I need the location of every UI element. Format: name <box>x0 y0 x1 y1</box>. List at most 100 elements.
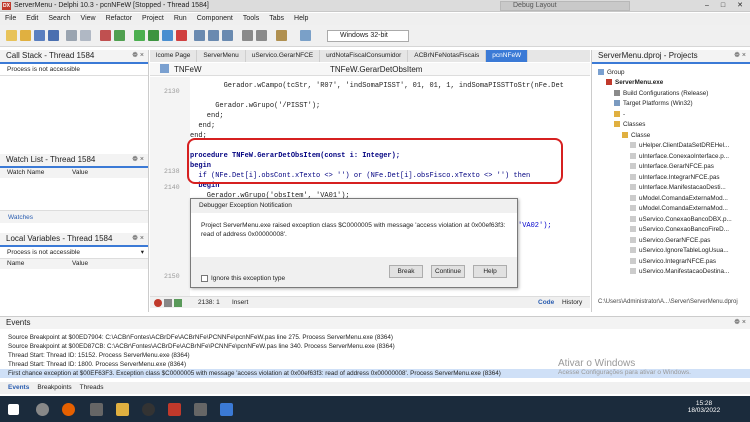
tree-file[interactable]: uModel.ComandaExternaMod... <box>630 194 728 204</box>
terminal-icon[interactable] <box>194 403 207 416</box>
layout-selector[interactable]: Debug Layout <box>500 1 630 11</box>
tree-classes[interactable]: Classes <box>614 120 645 130</box>
tree-file[interactable]: uInterface.GerarNFCE.pas <box>630 162 714 172</box>
tree-file[interactable]: uInterface.IntegrarNFCE.pas <box>630 173 720 183</box>
project-path: C:\Users\Administrator\A...\Server\Serve… <box>598 299 738 305</box>
run-icon[interactable] <box>134 30 145 41</box>
menu-run[interactable]: Run <box>169 13 192 25</box>
tree-file[interactable]: uServico.IntegrarNFCE.pas <box>630 257 716 267</box>
run-to-cursor-icon[interactable] <box>222 30 233 41</box>
menu-help[interactable]: Help <box>289 13 313 25</box>
new-icon[interactable] <box>6 30 17 41</box>
continue-button[interactable]: Continue <box>431 265 465 278</box>
delphi-taskbar-icon[interactable] <box>168 403 181 416</box>
close-button[interactable]: ✕ <box>733 1 747 11</box>
project-exe[interactable]: ServerMenu.exe <box>606 78 663 88</box>
menu-file[interactable]: File <box>0 13 21 25</box>
unit-class[interactable]: TNFeW <box>174 63 202 76</box>
step-over-icon[interactable] <box>194 30 205 41</box>
tab-history[interactable]: History <box>562 297 582 308</box>
play-icon[interactable] <box>174 299 182 307</box>
redo-icon[interactable] <box>114 30 125 41</box>
stop-icon[interactable] <box>176 30 187 41</box>
record-icon[interactable] <box>154 299 162 307</box>
tree-target-platforms[interactable]: Target Platforms (Win32) <box>614 99 693 109</box>
checkbox-icon[interactable] <box>201 275 208 282</box>
menu-tabs[interactable]: Tabs <box>264 13 289 25</box>
project-icon[interactable] <box>66 30 77 41</box>
break-button[interactable]: Break <box>389 265 423 278</box>
help-button[interactable]: Help <box>473 265 507 278</box>
firefox-icon[interactable] <box>62 403 75 416</box>
maximize-button[interactable]: □ <box>716 1 730 11</box>
tab-gerarnfce[interactable]: uServico.GerarNFCE <box>246 50 321 62</box>
tab-watches[interactable]: Watches <box>8 212 33 223</box>
tab-code[interactable]: Code <box>538 297 554 308</box>
tree-file[interactable]: uServico.ConexaoBancoFireD... <box>630 225 729 235</box>
menu-view[interactable]: View <box>76 13 101 25</box>
pin-icon[interactable]: ❁ × <box>132 50 144 62</box>
minimize-button[interactable]: – <box>700 1 714 11</box>
view-unit-icon[interactable] <box>80 30 91 41</box>
open-icon[interactable] <box>20 30 31 41</box>
menu-search[interactable]: Search <box>43 13 75 25</box>
exe-icon <box>606 79 612 86</box>
app-icon[interactable] <box>220 403 233 416</box>
tab-threads[interactable]: Threads <box>76 382 108 394</box>
trace-into-icon[interactable] <box>208 30 219 41</box>
watch-col-value[interactable]: Value <box>72 168 88 178</box>
platform-select[interactable]: Windows 32-bit <box>327 30 409 42</box>
run-without-debug-icon[interactable] <box>148 30 159 41</box>
compile-icon[interactable] <box>256 30 267 41</box>
menu-edit[interactable]: Edit <box>21 13 43 25</box>
tree-file[interactable]: uHelper.ClientDataSetDREHel... <box>630 141 729 151</box>
tree-file[interactable]: uServico.ManifestacaoDestina... <box>630 267 729 277</box>
tree-file[interactable]: uModel.ComandaExternaMod... <box>630 204 728 214</box>
menu-component[interactable]: Component <box>192 13 238 25</box>
search-icon[interactable] <box>36 403 49 416</box>
tab-acbrnfenotas[interactable]: ACBrNFeNotasFiscais <box>408 50 487 62</box>
tree-file[interactable]: uInterface.ConexaoInterface.p... <box>630 152 729 162</box>
windows-start-icon[interactable] <box>8 404 19 415</box>
tab-welcome[interactable]: lcome Page <box>150 50 198 62</box>
tree-file[interactable]: uServico.GerarNFCE.pas <box>630 236 710 246</box>
menu-refactor[interactable]: Refactor <box>101 13 137 25</box>
stop-icon[interactable] <box>164 299 172 307</box>
pause-icon[interactable] <box>162 30 173 41</box>
pin-icon[interactable]: ❁ × <box>734 317 746 329</box>
tree-folder[interactable]: - <box>614 110 625 120</box>
menu-project[interactable]: Project <box>137 13 169 25</box>
tree-build-config[interactable]: Build Configurations (Release) <box>614 89 708 99</box>
tree-file[interactable]: uServico.IgnoreTableLogUsua... <box>630 246 729 256</box>
tab-servermenu[interactable]: ServerMenu <box>197 50 246 62</box>
pin-icon[interactable]: ❁ × <box>132 154 144 166</box>
app-icon[interactable] <box>90 403 103 416</box>
build-icon[interactable] <box>242 30 253 41</box>
menu-tools[interactable]: Tools <box>238 13 264 25</box>
chevron-down-icon[interactable]: ▾ <box>141 247 144 258</box>
locals-col-value[interactable]: Value <box>72 259 88 269</box>
unit-icon <box>160 64 169 73</box>
ignore-exception-checkbox[interactable]: Ignore this exception type <box>201 275 285 282</box>
tree-classe[interactable]: Classe <box>622 131 650 141</box>
unit-method[interactable]: TNFeW.GerarDetObsItem <box>330 63 422 76</box>
tab-urdnotafiscal[interactable]: urdNotaFiscalConsumidor <box>320 50 409 62</box>
tab-breakpoints[interactable]: Breakpoints <box>33 382 75 394</box>
tree-file[interactable]: uInterface.ManifestacaoDesti... <box>630 183 726 193</box>
locals-col-name[interactable]: Name <box>7 259 24 269</box>
undo-icon[interactable] <box>100 30 111 41</box>
file-explorer-icon[interactable] <box>116 403 129 416</box>
project-group[interactable]: Group <box>598 68 625 78</box>
clock[interactable]: 15:28 18/03/2022 <box>684 400 724 414</box>
tree-file[interactable]: uServico.ConexaoBancoDBX.p... <box>630 215 732 225</box>
tab-pcnnfew[interactable]: pcnNFeW <box>486 50 529 62</box>
save-all-icon[interactable] <box>48 30 59 41</box>
save-icon[interactable] <box>34 30 45 41</box>
settings-icon[interactable] <box>142 403 155 416</box>
watch-col-name[interactable]: Watch Name <box>7 168 44 178</box>
tab-events[interactable]: Events <box>0 382 33 394</box>
deploy-icon[interactable] <box>276 30 287 41</box>
pin-icon[interactable]: ❁ × <box>734 50 746 62</box>
locals-row[interactable]: Process is not accessible ▾ <box>0 247 148 259</box>
pin-icon[interactable]: ❁ × <box>132 233 144 245</box>
